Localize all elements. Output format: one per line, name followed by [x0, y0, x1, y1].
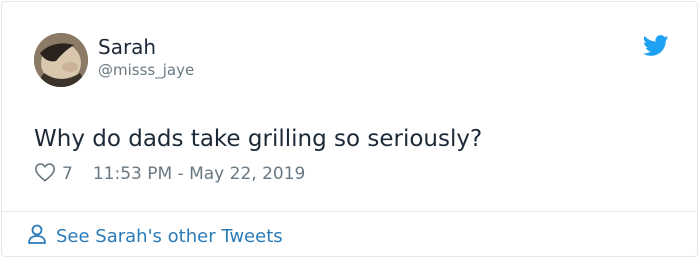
- author-name[interactable]: Sarah: [98, 35, 156, 59]
- heart-icon[interactable]: [34, 162, 62, 187]
- tweet-timestamp[interactable]: 11:53 PM - May 22, 2019: [93, 164, 306, 184]
- divider: [2, 211, 697, 212]
- author-handle[interactable]: @misss_jaye: [98, 61, 194, 79]
- twitter-bird-icon[interactable]: [642, 35, 669, 57]
- tweet-meta: 7 11:53 PM - May 22, 2019: [34, 162, 305, 186]
- see-other-tweets-label[interactable]: See Sarah's other Tweets: [56, 226, 283, 247]
- avatar-image: [34, 33, 88, 87]
- avatar[interactable]: [34, 33, 88, 87]
- see-other-tweets-link[interactable]: See Sarah's other Tweets: [26, 224, 283, 248]
- person-icon: [26, 223, 56, 250]
- tweet-card: Sarah @misss_jaye Why do dads take grill…: [1, 1, 698, 257]
- tweet-text: Why do dads take grilling so seriously?: [34, 126, 483, 152]
- like-count[interactable]: 7: [62, 164, 73, 184]
